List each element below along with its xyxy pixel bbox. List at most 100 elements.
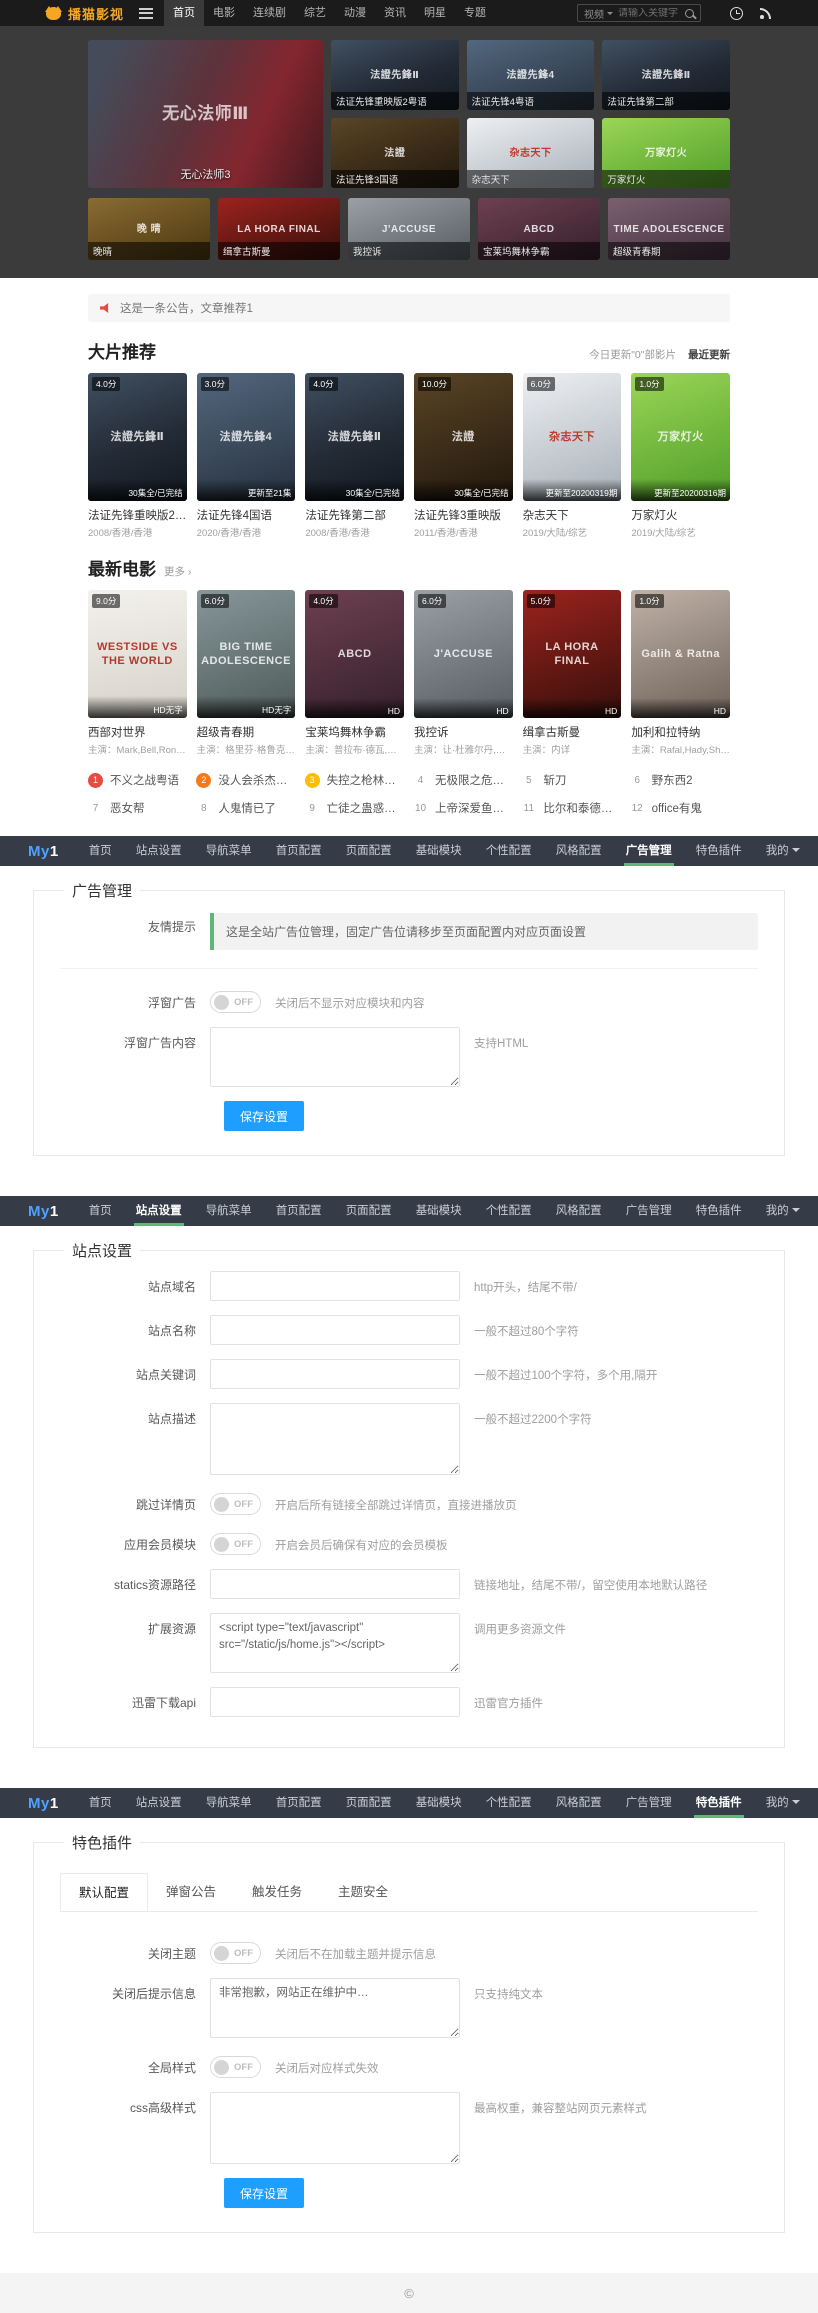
admin-nav-home[interactable]: 首页: [89, 836, 112, 866]
skip-detail-toggle[interactable]: OFF: [210, 1493, 261, 1515]
hero-banner[interactable]: 无心法师Ⅲ 无心法师3: [88, 40, 323, 188]
float-ad-toggle[interactable]: OFF: [210, 991, 261, 1013]
admin-nav-ads[interactable]: 广告管理: [626, 1788, 672, 1818]
admin-nav-home-config[interactable]: 首页配置: [276, 1196, 322, 1226]
save-button[interactable]: 保存设置: [224, 2178, 304, 2208]
site-domain-input[interactable]: [210, 1271, 460, 1301]
nav-movies[interactable]: 电影: [204, 0, 244, 26]
hero-thumb[interactable]: 杂志天下杂志天下: [467, 118, 595, 188]
movie-card[interactable]: 4.0分法證先鋒Ⅱ30集全/已完结 法证先锋重映版2粤语 2008/香港/香港: [88, 373, 187, 539]
ranking-item[interactable]: 12office有鬼: [630, 800, 730, 816]
ranking-item[interactable]: 11比尔和泰德历险记: [521, 800, 621, 816]
admin-nav-plugins[interactable]: 特色插件: [696, 836, 742, 866]
global-style-toggle[interactable]: OFF: [210, 2056, 261, 2078]
site-name-input[interactable]: [210, 1315, 460, 1345]
admin-nav-site-settings[interactable]: 站点设置: [136, 1788, 182, 1818]
rss-icon[interactable]: [759, 7, 772, 20]
admin-user-menu[interactable]: 我的: [766, 836, 800, 866]
thunder-api-input[interactable]: [210, 1687, 460, 1717]
admin-nav-page-config[interactable]: 页面配置: [346, 1196, 392, 1226]
hero-thumb[interactable]: 万家灯火万家灯火: [602, 118, 730, 188]
hero-thumb[interactable]: 法證先鋒Ⅱ法证先锋重映版2粤语: [331, 40, 459, 110]
admin-nav-ads[interactable]: 广告管理: [626, 836, 672, 866]
admin-nav-site-settings[interactable]: 站点设置: [136, 836, 182, 866]
search-icon[interactable]: [685, 9, 694, 18]
search-input[interactable]: [618, 8, 680, 19]
ranking-item[interactable]: 8人鬼情已了: [196, 800, 296, 816]
statics-path-input[interactable]: [210, 1569, 460, 1599]
nav-variety[interactable]: 综艺: [295, 0, 335, 26]
admin-logo[interactable]: My1: [28, 843, 59, 860]
tab-default-config[interactable]: 默认配置: [60, 1873, 148, 1911]
notice-bar[interactable]: 这是一条公告，文章推荐1: [88, 294, 730, 322]
movie-card[interactable]: 10.0分法證30集全/已完结 法证先锋3重映版 2011/香港/香港: [414, 373, 513, 539]
movie-card[interactable]: 3.0分法證先鋒4更新至21集 法证先锋4国语 2020/香港/香港: [197, 373, 296, 539]
movie-card[interactable]: 6.0分杂志天下更新至20200319期 杂志天下 2019/大陆/综艺: [523, 373, 622, 539]
admin-user-menu[interactable]: 我的: [766, 1196, 800, 1226]
recent-update-link[interactable]: 最近更新: [688, 347, 730, 362]
admin-logo[interactable]: My1: [28, 1795, 59, 1812]
admin-nav-style-config[interactable]: 风格配置: [556, 1196, 602, 1226]
strip-thumb[interactable]: TIME ADOLESCENCE超级青春期: [608, 198, 730, 260]
admin-nav-home[interactable]: 首页: [89, 1196, 112, 1226]
admin-nav-base-modules[interactable]: 基础模块: [416, 1788, 462, 1818]
tab-popup-notice[interactable]: 弹窗公告: [148, 1873, 234, 1911]
member-module-toggle[interactable]: OFF: [210, 1533, 261, 1555]
admin-nav-page-config[interactable]: 页面配置: [346, 1788, 392, 1818]
history-clock-icon[interactable]: [730, 7, 743, 20]
strip-thumb[interactable]: LA HORA FINAL缉拿古斯曼: [218, 198, 340, 260]
menu-icon[interactable]: [139, 8, 153, 19]
ranking-item[interactable]: 3失控之枪林弹雨: [305, 772, 405, 788]
site-description-textarea[interactable]: [210, 1403, 460, 1475]
hero-thumb[interactable]: 法證先鋒Ⅱ法证先锋第二部: [602, 40, 730, 110]
admin-nav-ads[interactable]: 广告管理: [626, 1196, 672, 1226]
movie-card[interactable]: 4.0分ABCDHD 宝莱坞舞林争霸 主演：普拉布·德瓦,Ganesh,Ach…: [305, 590, 404, 756]
site-logo-text[interactable]: 播猫影视: [68, 4, 124, 23]
movie-card[interactable]: 6.0分BIG TIME ADOLESCENCEHD无字 超级青春期 主演：格里…: [197, 590, 296, 756]
admin-nav-base-modules[interactable]: 基础模块: [416, 836, 462, 866]
admin-nav-style-config[interactable]: 风格配置: [556, 836, 602, 866]
admin-nav-home[interactable]: 首页: [89, 1788, 112, 1818]
admin-nav-plugins[interactable]: 特色插件: [696, 1196, 742, 1226]
float-ad-content-textarea[interactable]: [210, 1027, 460, 1087]
admin-nav-home-config[interactable]: 首页配置: [276, 1788, 322, 1818]
nav-stars[interactable]: 明星: [415, 0, 455, 26]
nav-anime[interactable]: 动漫: [335, 0, 375, 26]
ranking-item[interactable]: 6野东西2: [630, 772, 730, 788]
search-channel-select[interactable]: 视频: [584, 6, 613, 21]
admin-nav-plugins[interactable]: 特色插件: [696, 1788, 742, 1818]
ranking-item[interactable]: 10上帝深爱鱼子酱: [413, 800, 513, 816]
ranking-item[interactable]: 1不义之战粤语: [88, 772, 188, 788]
ranking-item[interactable]: 5斩刀: [521, 772, 621, 788]
admin-nav-style-config[interactable]: 风格配置: [556, 1788, 602, 1818]
close-message-textarea[interactable]: 非常抱歉，网站正在维护中…: [210, 1978, 460, 2038]
movie-card[interactable]: 4.0分法證先鋒Ⅱ30集全/已完结 法证先锋第二部 2008/香港/香港: [305, 373, 404, 539]
nav-home[interactable]: 首页: [164, 0, 204, 26]
admin-nav-menu[interactable]: 导航菜单: [206, 836, 252, 866]
ranking-item[interactable]: 7恶女帮: [88, 800, 188, 816]
movie-card[interactable]: 5.0分LA HORA FINALHD 缉拿古斯曼 主演：内详: [523, 590, 622, 756]
nav-series[interactable]: 连续剧: [244, 0, 295, 26]
save-button[interactable]: 保存设置: [224, 1101, 304, 1131]
tab-trigger-task[interactable]: 触发任务: [234, 1873, 320, 1911]
admin-nav-personal-config[interactable]: 个性配置: [486, 1788, 532, 1818]
movie-card[interactable]: 9.0分WESTSIDE VS THE WORLDHD无字 西部对世界 主演：M…: [88, 590, 187, 756]
admin-nav-personal-config[interactable]: 个性配置: [486, 1196, 532, 1226]
more-link[interactable]: 更多 ›: [164, 564, 191, 579]
site-keywords-input[interactable]: [210, 1359, 460, 1389]
admin-nav-personal-config[interactable]: 个性配置: [486, 836, 532, 866]
nav-topics[interactable]: 专题: [455, 0, 495, 26]
admin-user-menu[interactable]: 我的: [766, 1788, 800, 1818]
extend-resource-textarea[interactable]: <script type="text/javascript" src="/sta…: [210, 1613, 460, 1673]
admin-nav-menu[interactable]: 导航菜单: [206, 1196, 252, 1226]
admin-nav-base-modules[interactable]: 基础模块: [416, 1196, 462, 1226]
nav-news[interactable]: 资讯: [375, 0, 415, 26]
ranking-item[interactable]: 4无极限之危情速递: [413, 772, 513, 788]
css-style-textarea[interactable]: [210, 2092, 460, 2164]
strip-thumb[interactable]: ABCD宝莱坞舞林争霸: [478, 198, 600, 260]
ranking-item[interactable]: 2没人会杀杰西卡: [196, 772, 296, 788]
movie-card[interactable]: 1.0分Galih & RatnaHD 加利和拉特纳 主演：Rafal,Hady…: [631, 590, 730, 756]
movie-card[interactable]: 6.0分J'ACCUSEHD 我控诉 主演：让·杜雅尔丹,路易·加瑞尔…: [414, 590, 513, 756]
ranking-item[interactable]: 9亡徒之蛊惑人心: [305, 800, 405, 816]
admin-logo[interactable]: My1: [28, 1203, 59, 1220]
